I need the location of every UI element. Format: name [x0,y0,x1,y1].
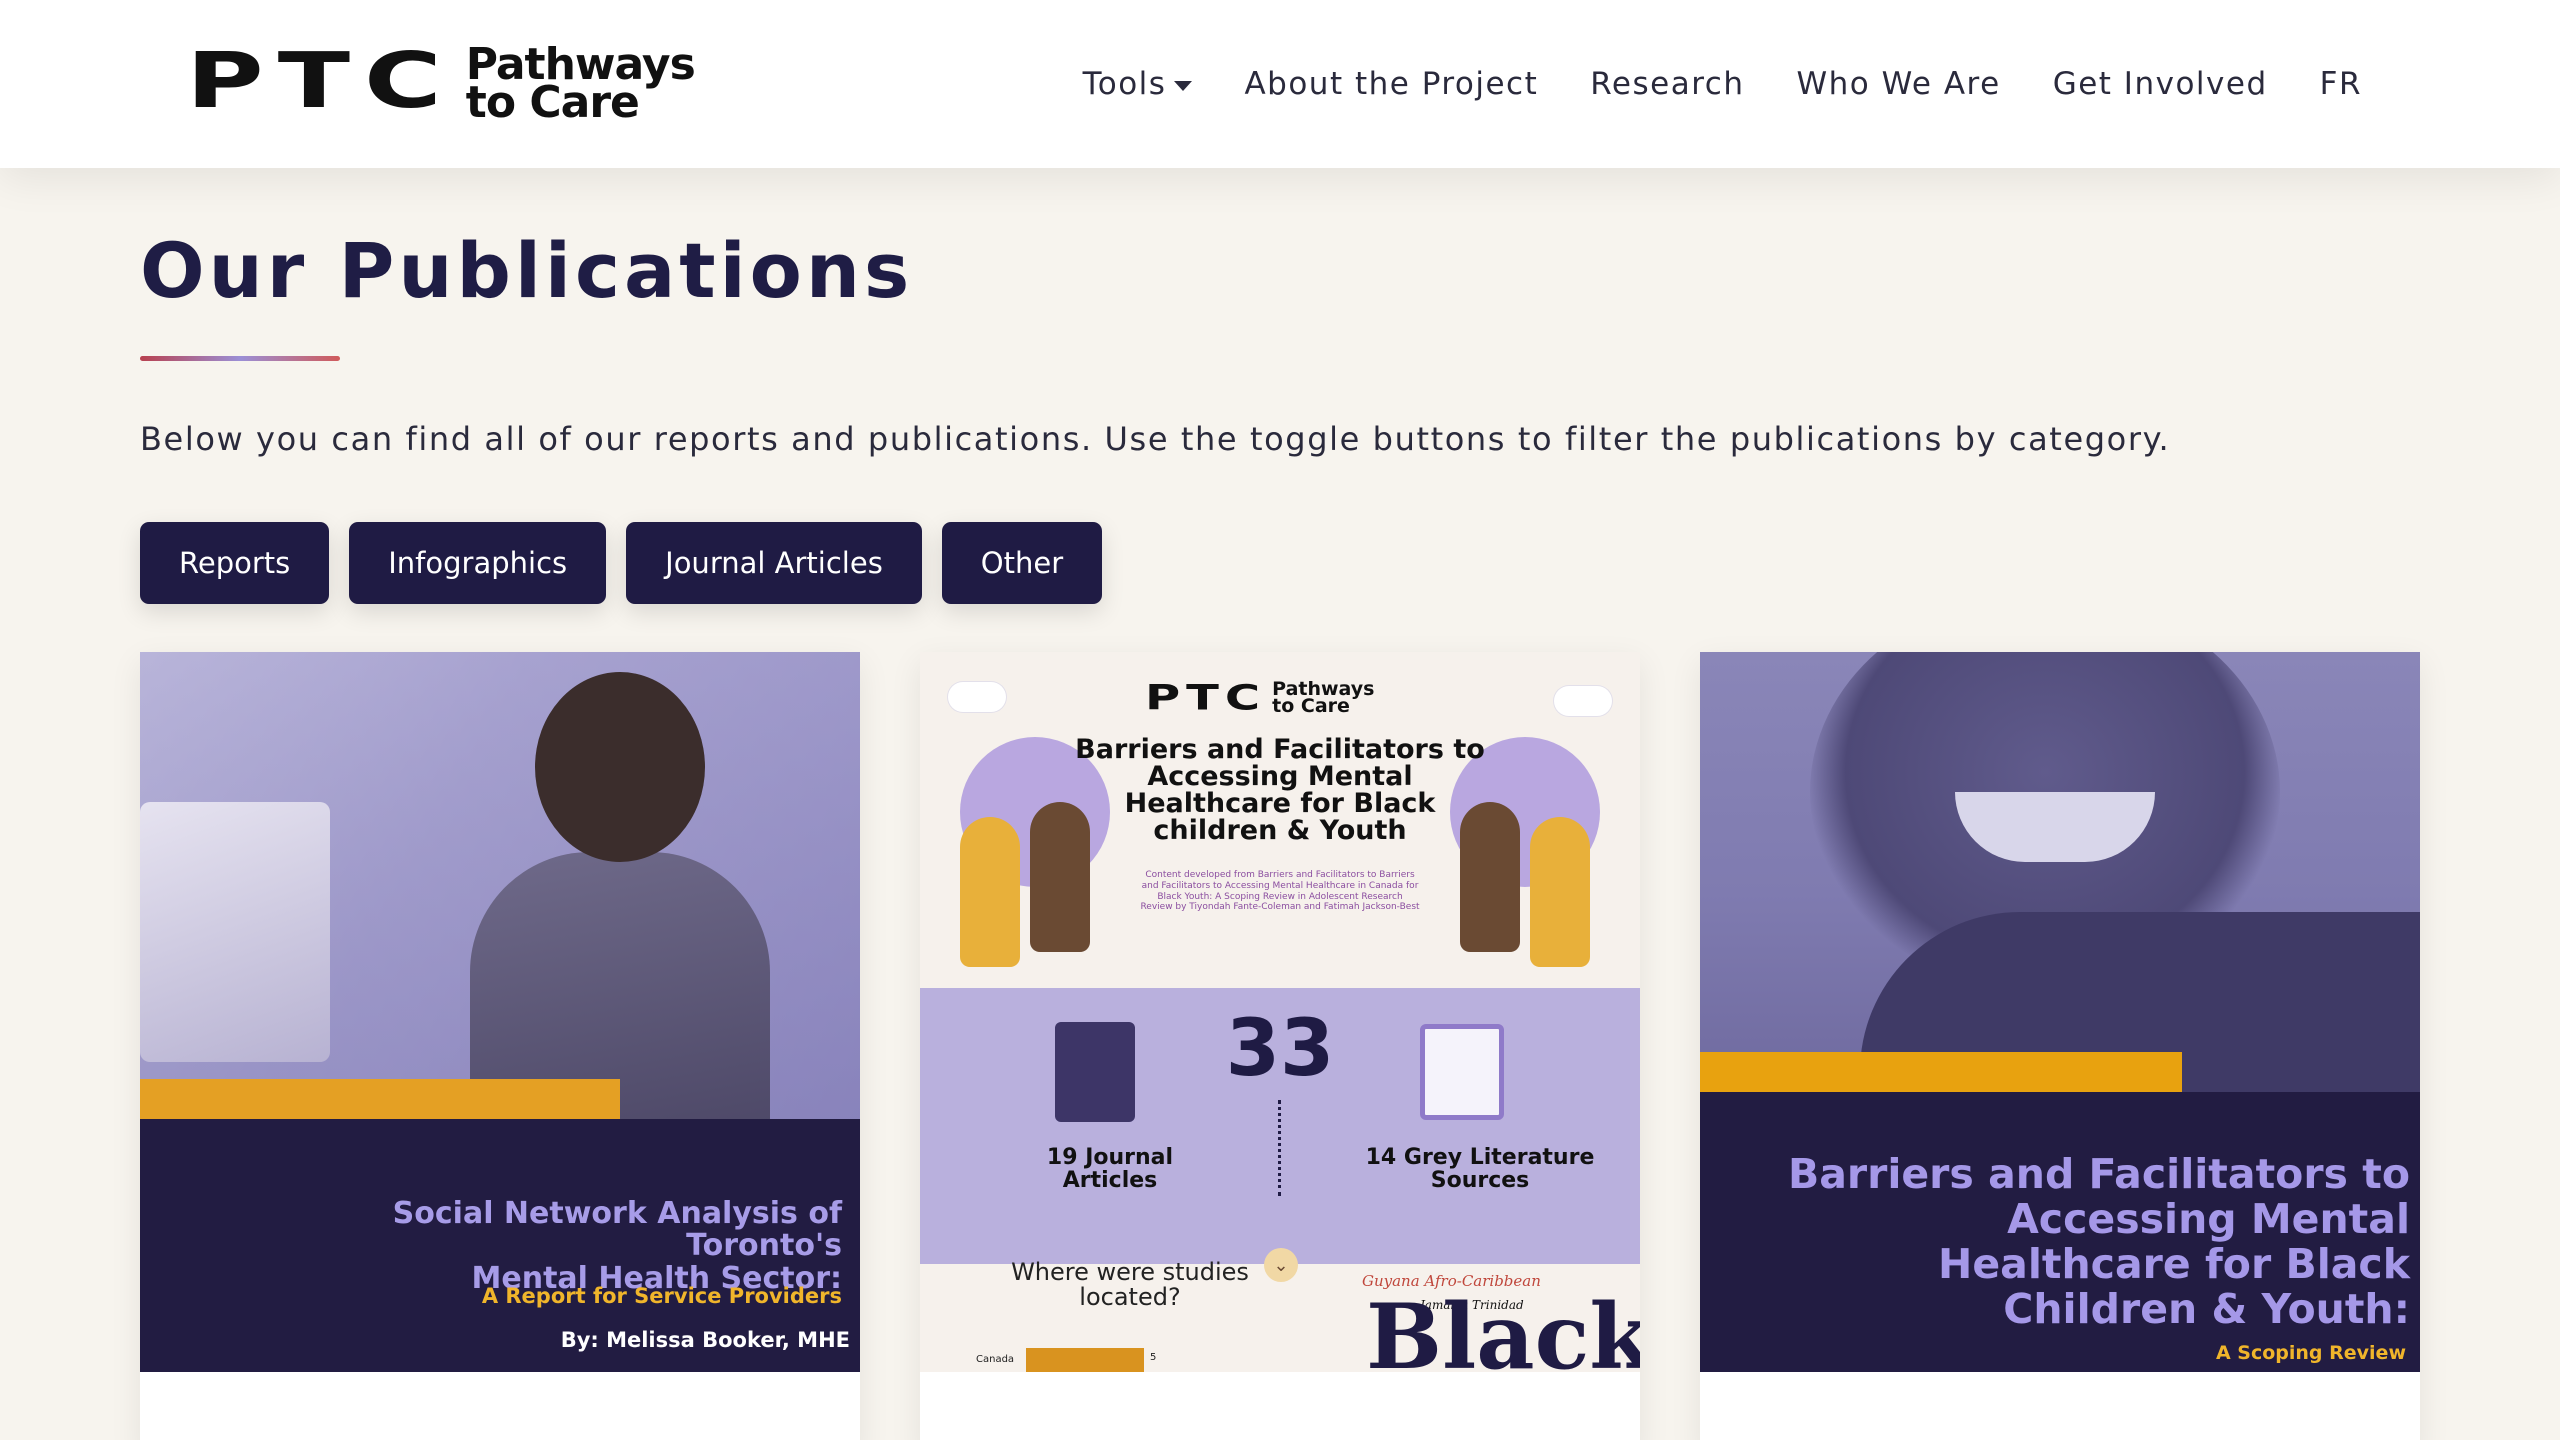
site-logo[interactable]: PTC Pathways to Care [186,36,786,132]
cloud-icon [948,682,1006,712]
infographic-logo-subtitle: Pathways to Care [1272,679,1374,717]
logo-ptc-text: PTC [186,36,456,125]
bar-value: 5 [1150,1352,1157,1363]
infographic-logo: PTC Pathways to Care [1145,670,1375,726]
bar-label: Canada [976,1354,1015,1365]
nav-who-we-are[interactable]: Who We Are [1796,66,2000,102]
infographic-heading: Barriers and Facilitators to Accessing M… [1075,734,1485,846]
card-subtitle: A Report for Service Providers [481,1284,842,1308]
bar-canada [1026,1348,1144,1372]
stat-journal-articles: 19 Journal Articles [1046,1145,1174,1194]
cover-photo-person-head [535,672,705,862]
page-title: Our Publications [140,226,914,315]
card-cover-image: Social Network Analysis of Toronto's Men… [140,652,860,1372]
nav-tools-dropdown[interactable]: Tools [1083,66,1193,102]
filter-other-button[interactable]: Other [941,522,1103,604]
card-title: Social Network Analysis of Toronto's Men… [242,1196,842,1295]
category-filters: Reports Infographics Journal Articles Ot… [140,522,1103,604]
infographic-question: Where were studies located? [1011,1258,1249,1312]
logo-line-2: to Care [465,77,640,128]
card-subtitle: A Scoping Review [2215,1342,2406,1364]
stat-divider [1278,1100,1281,1196]
logo-subtitle: Pathways to Care [465,43,696,128]
stat-grey-literature: 14 Grey Literature Sources [1365,1145,1595,1194]
nav-get-involved[interactable]: Get Involved [2053,66,2268,102]
filter-infographics-button[interactable]: Infographics [349,522,607,604]
publication-card-social-network-analysis[interactable]: Social Network Analysis of Toronto's Men… [140,652,860,1440]
card-byline: By: Melissa Booker, MHE [560,1328,850,1352]
cover-photo-handbag [140,802,330,1062]
cloud-icon [1554,686,1612,716]
illustration-figure [960,817,1020,967]
nav-research[interactable]: Research [1590,66,1744,102]
site-header: PTC Pathways to Care Tools About the Pro… [0,0,2560,168]
intro-text: Below you can find all of our reports an… [140,420,2171,458]
publication-card-infographic[interactable]: PTC Pathways to Care Barriers and Facili… [920,652,1640,1440]
publication-card-scoping-review[interactable]: Barriers and Facilitators to Accessing M… [1700,652,2420,1440]
main-nav: Tools About the Project Research Who We … [1031,0,2362,168]
title-underline [140,356,340,361]
word-cloud-main-word: Black [1366,1284,1640,1372]
filter-journal-articles-button[interactable]: Journal Articles [626,522,922,604]
card-title-line-1: Social Network Analysis of Toronto's [392,1196,842,1264]
infographic-logo-ptc: PTC [1145,677,1267,719]
nav-tools-label: Tools [1082,66,1167,102]
nav-language-fr[interactable]: FR [2320,66,2362,102]
card-title: Barriers and Facilitators to Accessing M… [1787,1150,2410,1334]
infographic-source-note: Content developed from Barriers and Faci… [1140,870,1420,913]
card-cover-image: PTC Pathways to Care Barriers and Facili… [920,652,1640,1372]
infographic-logo-line-2: to Care [1272,695,1350,717]
nav-about-the-project[interactable]: About the Project [1244,66,1538,102]
caret-down-icon [1174,81,1193,91]
illustration-figure [1530,817,1590,967]
card-cover-image: Barriers and Facilitators to Accessing M… [1700,652,2420,1372]
stat-total-studies: 33 [1225,1004,1335,1094]
filter-reports-button[interactable]: Reports [140,522,330,604]
